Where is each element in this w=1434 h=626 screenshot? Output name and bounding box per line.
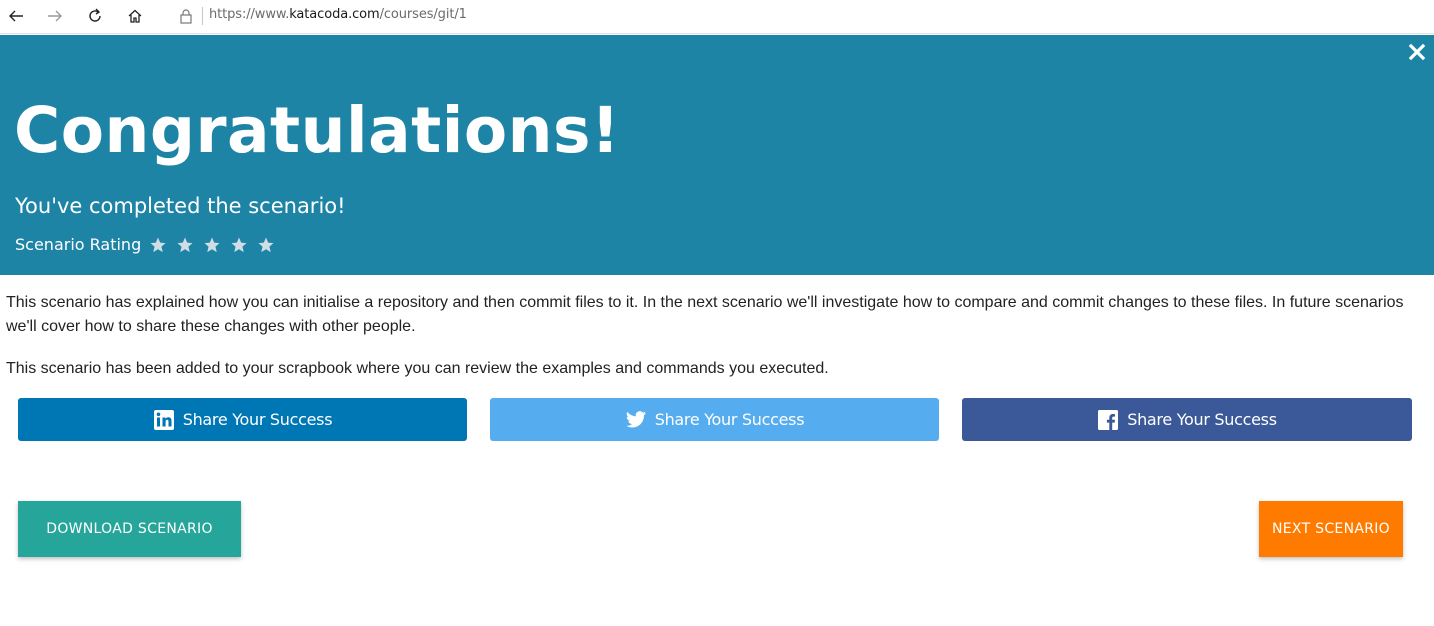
rating-label: Scenario Rating xyxy=(15,235,142,254)
share-twitter-button[interactable]: Share Your Success xyxy=(490,398,939,441)
share-linkedin-label: Share Your Success xyxy=(182,410,333,429)
close-icon[interactable] xyxy=(1408,43,1426,61)
star-icon[interactable] xyxy=(176,236,194,254)
star-icon[interactable] xyxy=(203,236,221,254)
browser-toolbar: https://www.katacoda.com/courses/git/1 xyxy=(0,0,1434,34)
star-icon[interactable] xyxy=(149,236,167,254)
scenario-rating: Scenario Rating xyxy=(15,235,284,254)
back-arrow-icon xyxy=(9,10,23,22)
next-scenario-button[interactable]: NEXT SCENARIO xyxy=(1259,501,1403,557)
address-bar[interactable]: https://www.katacoda.com/courses/git/1 xyxy=(170,2,1434,30)
back-button[interactable] xyxy=(2,3,30,29)
share-linkedin-button[interactable]: Share Your Success xyxy=(18,398,467,441)
download-scenario-button[interactable]: DOWNLOAD SCENARIO xyxy=(18,501,241,557)
linkedin-icon xyxy=(153,409,174,430)
completion-description: This scenario has explained how you can … xyxy=(6,294,1404,335)
url-domain: katacoda.com xyxy=(289,7,380,22)
share-twitter-label: Share Your Success xyxy=(654,410,805,429)
refresh-icon xyxy=(89,8,101,22)
url-path: /courses/git/1 xyxy=(379,7,467,22)
banner-title: Congratulations! xyxy=(14,94,621,167)
twitter-icon xyxy=(625,410,646,428)
url-prefix: https://www. xyxy=(209,7,290,22)
forward-button[interactable] xyxy=(41,3,69,29)
congratulations-banner: Congratulations! You've completed the sc… xyxy=(0,35,1434,275)
share-facebook-label: Share Your Success xyxy=(1127,410,1277,429)
share-facebook-button[interactable]: Share Your Success xyxy=(962,398,1412,441)
star-icon[interactable] xyxy=(257,236,275,254)
scrapbook-note: This scenario has been added to your scr… xyxy=(6,360,829,377)
banner-subtitle: You've completed the scenario! xyxy=(15,194,346,218)
home-icon xyxy=(128,9,142,23)
facebook-icon xyxy=(1098,409,1119,430)
refresh-button[interactable] xyxy=(81,3,109,29)
star-icon[interactable] xyxy=(230,236,248,254)
address-separator xyxy=(202,7,203,25)
url-text[interactable]: https://www.katacoda.com/courses/git/1 xyxy=(209,7,467,22)
forward-arrow-icon xyxy=(48,10,62,22)
home-button[interactable] xyxy=(121,3,149,29)
lock-icon xyxy=(180,9,192,24)
